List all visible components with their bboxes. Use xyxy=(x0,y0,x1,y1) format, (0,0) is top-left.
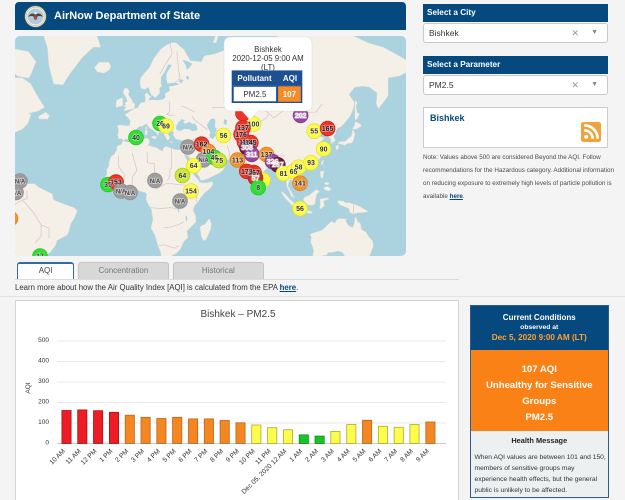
svg-text:107: 107 xyxy=(283,90,297,99)
svg-text:N/A: N/A xyxy=(175,199,186,205)
svg-text:6 AM: 6 AM xyxy=(368,448,384,464)
svg-text:75: 75 xyxy=(215,158,223,165)
svg-text:7 AM: 7 AM xyxy=(383,448,399,464)
svg-text:Bishkek: Bishkek xyxy=(254,45,282,54)
svg-text:8 AM: 8 AM xyxy=(399,448,415,464)
svg-text:5 AM: 5 AM xyxy=(352,448,368,464)
svg-text:100: 100 xyxy=(38,419,49,426)
svg-text:93: 93 xyxy=(307,160,315,167)
svg-text:57: 57 xyxy=(252,175,260,182)
svg-text:PM2.5: PM2.5 xyxy=(243,90,267,99)
svg-text:17: 17 xyxy=(36,253,44,256)
svg-text:N/A: N/A xyxy=(15,179,26,185)
svg-text:56: 56 xyxy=(296,206,304,213)
svg-text:2 AM: 2 AM xyxy=(304,448,320,464)
svg-text:100: 100 xyxy=(248,121,260,128)
svg-text:2 PM: 2 PM xyxy=(114,448,130,464)
svg-text:69: 69 xyxy=(162,123,170,130)
svg-text:56: 56 xyxy=(220,133,228,140)
svg-text:AQI: AQI xyxy=(25,382,32,393)
svg-text:8 PM: 8 PM xyxy=(209,448,225,464)
svg-text:AQI: AQI xyxy=(283,74,297,83)
svg-text:N/A: N/A xyxy=(15,191,22,197)
svg-text:176: 176 xyxy=(235,132,247,139)
svg-text:162: 162 xyxy=(196,142,208,149)
svg-text:311: 311 xyxy=(246,152,257,159)
svg-text:N/A: N/A xyxy=(198,158,209,164)
svg-text:8: 8 xyxy=(256,185,260,192)
svg-text:113: 113 xyxy=(232,157,243,164)
svg-text:3 PM: 3 PM xyxy=(130,448,146,464)
svg-text:5 PM: 5 PM xyxy=(162,448,178,464)
svg-text:12 PM: 12 PM xyxy=(80,448,99,467)
svg-text:10 PM: 10 PM xyxy=(238,448,257,467)
svg-text:40: 40 xyxy=(132,135,140,142)
svg-text:7 PM: 7 PM xyxy=(193,448,209,464)
svg-text:200: 200 xyxy=(38,399,49,406)
svg-text:Bishkek – PM2.5: Bishkek – PM2.5 xyxy=(200,309,275,320)
svg-text:4 AM: 4 AM xyxy=(336,448,352,464)
svg-text:6 PM: 6 PM xyxy=(178,448,194,464)
svg-text:64: 64 xyxy=(190,163,198,170)
svg-text:500: 500 xyxy=(38,337,49,344)
svg-text:58: 58 xyxy=(295,165,303,172)
svg-text:N/A: N/A xyxy=(150,179,161,185)
svg-text:9 AM: 9 AM xyxy=(415,448,431,464)
svg-text:90: 90 xyxy=(320,146,328,153)
svg-text:1 PM: 1 PM xyxy=(98,448,114,464)
svg-text:55: 55 xyxy=(310,129,318,136)
svg-text:0: 0 xyxy=(45,440,49,447)
svg-text:137: 137 xyxy=(261,152,273,159)
svg-text:300: 300 xyxy=(38,378,49,385)
svg-text:81: 81 xyxy=(280,171,288,178)
svg-text:3 AM: 3 AM xyxy=(320,448,336,464)
svg-text:400: 400 xyxy=(38,358,49,365)
svg-text:2020-12-05 9:00 AM: 2020-12-05 9:00 AM xyxy=(232,54,304,63)
svg-text:10 AM: 10 AM xyxy=(49,448,68,467)
svg-text:141: 141 xyxy=(294,181,306,188)
svg-text:Pollutant: Pollutant xyxy=(237,74,272,83)
svg-text:153: 153 xyxy=(110,179,122,186)
svg-text:1 AM: 1 AM xyxy=(288,448,304,464)
svg-text:165: 165 xyxy=(322,126,334,133)
svg-text:154: 154 xyxy=(185,188,197,195)
svg-text:267: 267 xyxy=(272,162,284,169)
svg-text:64: 64 xyxy=(179,173,187,180)
svg-text:202: 202 xyxy=(295,113,307,120)
svg-text:N/A: N/A xyxy=(183,145,194,151)
svg-text:N/A: N/A xyxy=(125,191,136,197)
svg-text:4 PM: 4 PM xyxy=(146,448,162,464)
